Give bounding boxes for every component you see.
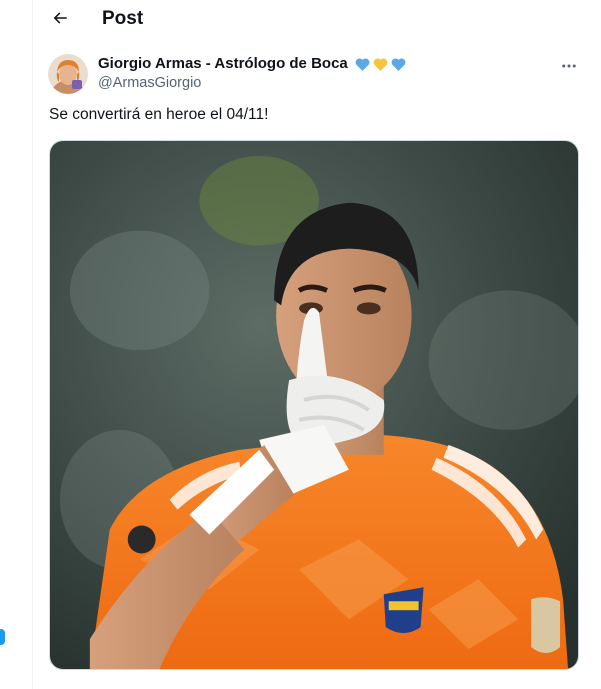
goalkeeper-photo [50,141,578,669]
author-handle[interactable]: @ArmasGiorgio [98,74,201,92]
page-title: Post [102,8,144,29]
avatar[interactable] [48,54,88,94]
tweet-media-photo[interactable] [49,140,579,670]
back-button[interactable] [45,3,75,33]
emoji-hearts [354,56,407,73]
author-name-row: Giorgio Armas - Astrólogo de Boca [98,54,407,74]
arrow-left-icon [53,12,67,24]
more-options-button[interactable] [555,52,583,80]
blue-heart-icon [355,57,370,71]
tweet-text: Se convertirá en heroe el 04/11! [49,106,269,123]
more-horizontal-icon [562,64,576,68]
page-header: Post [33,0,601,40]
compose-button-edge[interactable] [0,629,5,645]
author-display-name[interactable]: Giorgio Armas - Astrólogo de Boca [98,54,348,74]
yellow-heart-icon [373,57,388,71]
post-column: Post Giorgio Armas - Astrólogo de Boca @… [32,0,601,689]
left-rail [0,0,32,689]
blue-heart-icon [391,57,406,71]
